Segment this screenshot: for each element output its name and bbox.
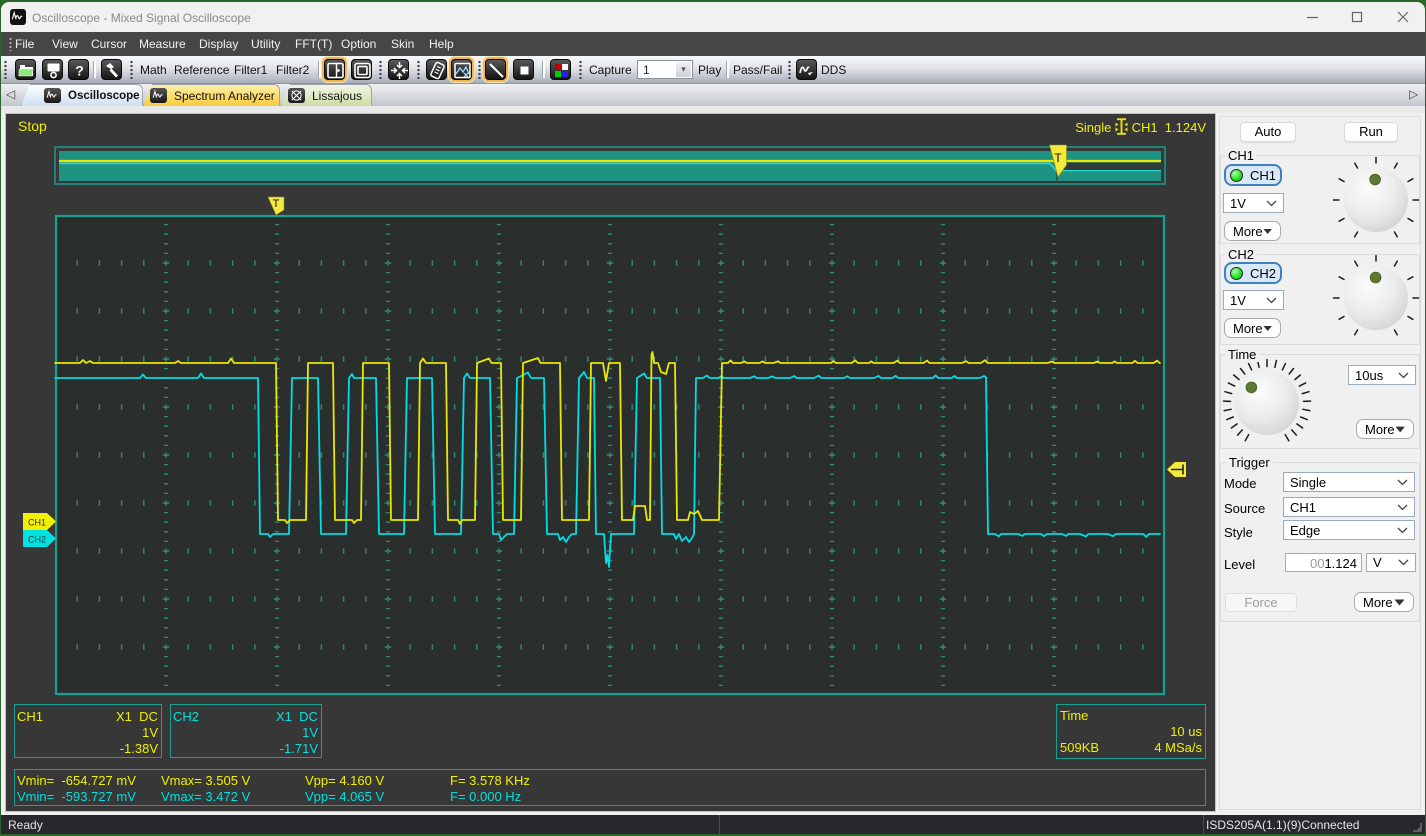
svg-text:?: ? <box>75 63 84 79</box>
